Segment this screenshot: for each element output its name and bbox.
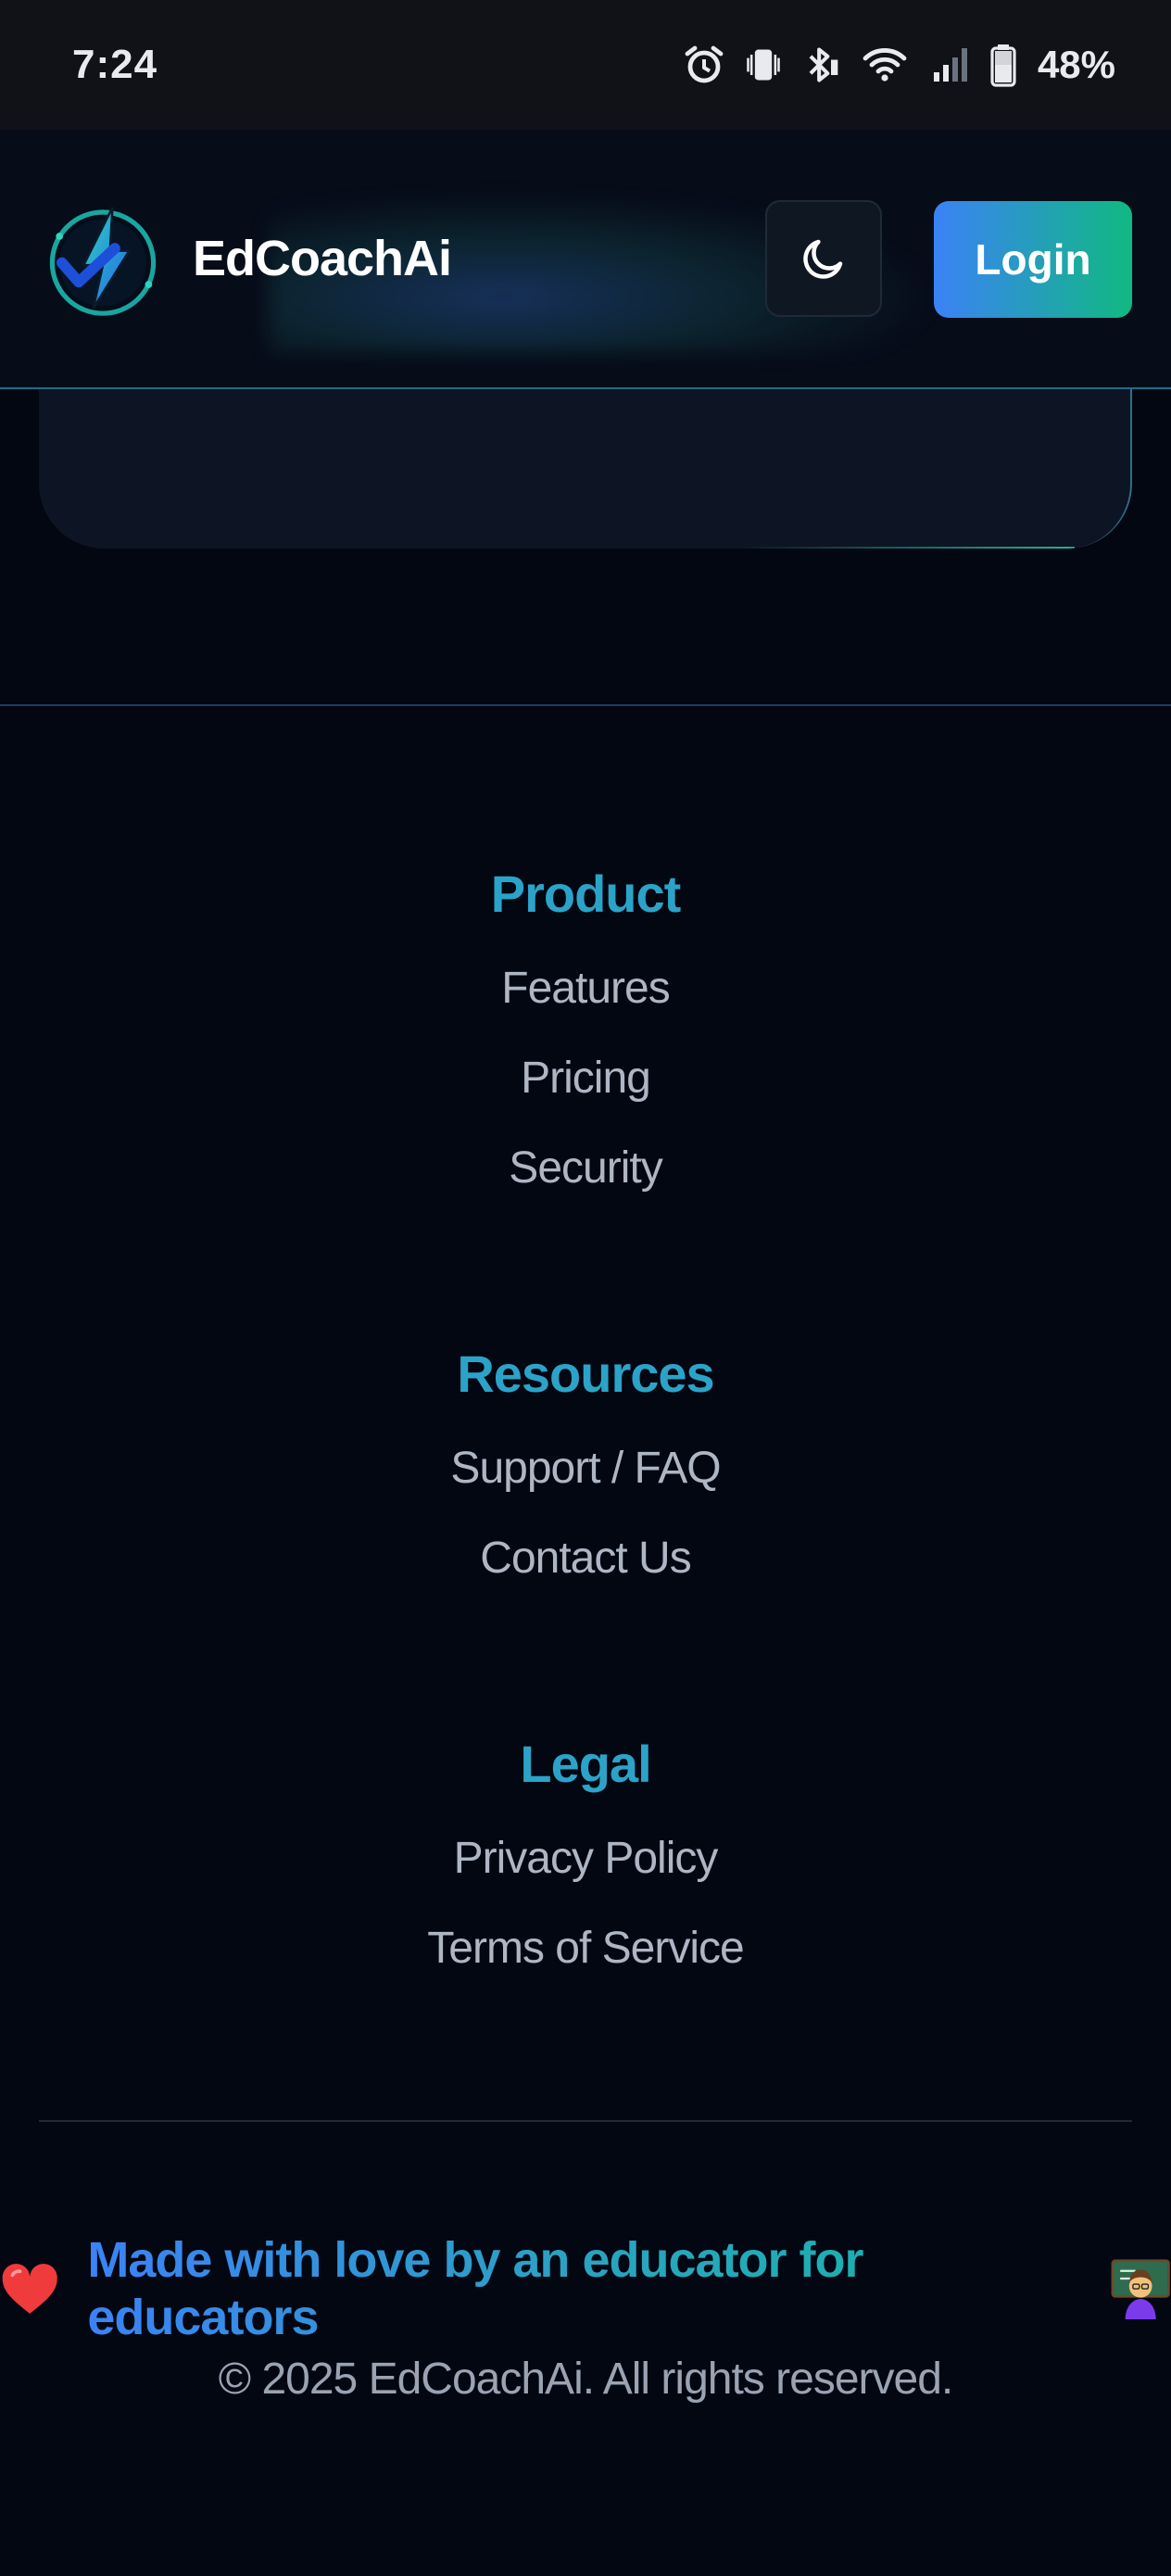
teacher-icon xyxy=(1111,2259,1170,2319)
battery-icon xyxy=(990,44,1016,87)
heart-icon xyxy=(2,2264,57,2314)
status-time: 7:24 xyxy=(72,42,158,87)
app-header: EdCoachAi Login xyxy=(0,130,1171,389)
footer-link-pricing[interactable]: Pricing xyxy=(0,1053,1171,1104)
footer-link-contact[interactable]: Contact Us xyxy=(0,1533,1171,1584)
status-icons: 48% xyxy=(682,43,1115,87)
footer-divider xyxy=(0,704,1171,706)
footer-link-support[interactable]: Support / FAQ xyxy=(0,1443,1171,1494)
tagline: Made with love by an educator for educat… xyxy=(0,2231,1171,2346)
section-heading: Legal xyxy=(520,1735,651,1793)
section-heading: Product xyxy=(490,865,682,923)
status-bar: 7:24 48% xyxy=(0,0,1171,130)
moon-icon xyxy=(803,239,843,279)
logo-icon[interactable] xyxy=(43,200,163,321)
tagline-text: Made with love by an educator for educat… xyxy=(87,2231,1081,2346)
footer-link-privacy[interactable]: Privacy Policy xyxy=(0,1833,1171,1884)
login-button[interactable]: Login xyxy=(934,201,1132,318)
footer-bottom-divider xyxy=(39,2120,1132,2122)
section-heading: Resources xyxy=(457,1345,714,1403)
footer-section-legal: Legal Privacy Policy Terms of Service xyxy=(0,1734,1171,1974)
theme-toggle-button[interactable] xyxy=(765,200,882,317)
footer-link-security[interactable]: Security xyxy=(0,1143,1171,1193)
signal-icon xyxy=(933,48,967,82)
wifi-icon xyxy=(863,48,907,82)
bluetooth-icon xyxy=(809,47,838,82)
page: 7:24 48% EdCoachAi Login Product Feature… xyxy=(0,0,1171,2576)
footer-section-resources: Resources Support / FAQ Contact Us xyxy=(0,1344,1171,1584)
battery-percentage: 48% xyxy=(1037,43,1115,86)
footer-link-features[interactable]: Features xyxy=(0,963,1171,1014)
footer-section-product: Product Features Pricing Security xyxy=(0,864,1171,1193)
copyright-text: © 2025 EdCoachAi. All rights reserved. xyxy=(218,2355,953,2404)
footer-link-terms[interactable]: Terms of Service xyxy=(0,1923,1171,1974)
alarm-icon xyxy=(685,45,724,83)
brand-name[interactable]: EdCoachAi xyxy=(193,230,452,287)
vibrate-icon xyxy=(747,49,780,81)
